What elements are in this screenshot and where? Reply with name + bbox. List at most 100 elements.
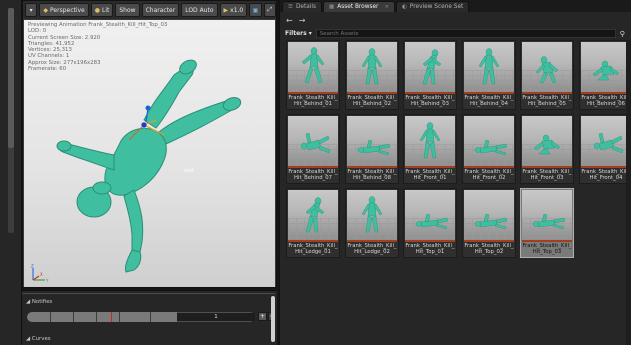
asset-tile[interactable]: Frank_Stealth_Kill_ Hit_Top_01 xyxy=(403,188,457,258)
asset-type-bar xyxy=(347,166,397,168)
asset-thumbnail xyxy=(347,190,397,240)
asset-thumbnail xyxy=(581,42,631,92)
curves-header[interactable]: ◢ Curves xyxy=(26,336,51,342)
character-pose-icon xyxy=(532,213,566,230)
asset-tile[interactable]: Frank_Stealth_Kill_ Hit_Behind_08 xyxy=(345,114,399,184)
asset-tile[interactable]: Frank_Stealth_Kill_ Hit_Behind_04 xyxy=(462,40,516,110)
search-input[interactable] xyxy=(315,29,616,38)
asset-type-bar xyxy=(464,166,514,168)
asset-thumbnail xyxy=(581,116,631,166)
track-tick xyxy=(96,312,97,322)
asset-tile[interactable]: Frank_Stealth_Kill_ Hit_Top_02 xyxy=(462,188,516,258)
asset-tile[interactable]: Frank_Stealth_Kill_ Hit_Front_02 xyxy=(462,114,516,184)
asset-browser-panel: ☰ Details ▦ Asset Browser × ◐ Preview Scene … xyxy=(279,0,631,345)
asset-name: Frank_Stealth_Kill_ Hit_Ledge_02 xyxy=(347,243,397,256)
asset-type-bar xyxy=(405,240,455,242)
asset-tile[interactable]: Frank_Stealth_Kill_ Hit_Front_03 xyxy=(520,114,574,184)
add-frame-button[interactable]: + xyxy=(258,312,267,321)
asset-thumbnail xyxy=(522,42,572,92)
asset-tile[interactable]: Frank_Stealth_Kill_ Hit_Ledge_01 xyxy=(286,188,340,258)
asset-tile[interactable]: Frank_Stealth_Kill_ Hit_Behind_06 xyxy=(579,40,631,110)
asset-tile[interactable]: Frank_Stealth_Kill_ Hit_Behind_07 xyxy=(286,114,340,184)
asset-name: Frank_Stealth_Kill_ Hit_Front_03 xyxy=(522,169,572,182)
asset-tile[interactable]: Frank_Stealth_Kill_ Hit_Front_04 xyxy=(579,114,631,184)
notifies-header[interactable]: ◢ Notifies xyxy=(26,299,52,305)
tab-preview-scene-settings[interactable]: ◐ Preview Scene Set xyxy=(396,1,470,12)
camera-settings-button[interactable]: ▣ xyxy=(249,3,262,17)
character-pose-icon xyxy=(593,132,624,154)
asset-type-bar xyxy=(464,240,514,242)
character-pose-icon xyxy=(592,60,620,81)
character-pose-icon xyxy=(415,213,449,230)
track-tick xyxy=(50,312,51,322)
dropdown-icon: ▾ xyxy=(29,6,33,14)
asset-thumbnail xyxy=(405,116,455,166)
asset-tile[interactable]: Frank_Stealth_Kill_ Hit_Behind_01 xyxy=(286,40,340,110)
lod-button[interactable]: LOD Auto xyxy=(181,3,218,17)
asset-thumbnail xyxy=(347,42,397,92)
speed-button[interactable]: ▶ x1.0 xyxy=(219,3,248,17)
browser-icon: ▦ xyxy=(329,4,335,10)
perspective-icon: ◆ xyxy=(43,6,48,14)
track-tick xyxy=(119,312,120,322)
asset-type-bar xyxy=(288,240,338,242)
left-scrollbar-thumb[interactable] xyxy=(8,8,14,148)
persona-editor-window: ▾ ◆ Perspective ● Lit Show Character LOD A… xyxy=(0,0,631,345)
asset-tile[interactable]: Frank_Stealth_Kill_ Hit_Front_01 xyxy=(403,114,457,184)
character-mesh[interactable] xyxy=(24,20,275,287)
character-pose-icon xyxy=(361,48,383,85)
character-pose-icon xyxy=(357,139,391,156)
perspective-button[interactable]: ◆ Perspective xyxy=(39,3,89,17)
asset-tile[interactable]: Frank_Stealth_Kill_ Hit_Behind_05 xyxy=(520,40,574,110)
camera-icon: ▣ xyxy=(252,6,259,14)
track-tick xyxy=(150,312,151,322)
asset-name: Frank_Stealth_Kill_ Hit_Behind_01 xyxy=(288,95,338,108)
viewport-menu-button[interactable]: ▾ xyxy=(25,3,38,17)
asset-thumbnail xyxy=(288,42,338,92)
asset-type-bar xyxy=(581,92,631,94)
show-button[interactable]: Show xyxy=(115,3,140,17)
filters-button[interactable]: Filters ▾ xyxy=(285,30,312,37)
asset-type-bar xyxy=(288,166,338,168)
asset-tile[interactable]: Frank_Stealth_Kill_ Hit_Top_03 xyxy=(520,188,574,258)
search-icon[interactable]: ⚲ xyxy=(620,30,625,38)
asset-tile[interactable]: Frank_Stealth_Kill_ Hit_Ledge_02 xyxy=(345,188,399,258)
asset-thumbnail xyxy=(347,116,397,166)
close-icon[interactable]: × xyxy=(384,4,389,10)
tab-details[interactable]: ☰ Details xyxy=(282,1,323,12)
asset-type-bar xyxy=(288,92,338,94)
asset-tile[interactable]: Frank_Stealth_Kill_ Hit_Behind_02 xyxy=(345,40,399,110)
back-arrow-icon[interactable]: ← xyxy=(286,16,293,25)
maximize-icon: ⤢ xyxy=(267,6,273,13)
details-icon: ☰ xyxy=(288,4,293,10)
asset-thumbnail xyxy=(288,190,338,240)
asset-grid-scrollbar[interactable] xyxy=(626,40,631,345)
asset-name: Frank_Stealth_Kill_ Hit_Behind_05 xyxy=(522,95,572,108)
asset-type-bar xyxy=(347,92,397,94)
maximize-button[interactable]: ⤢ xyxy=(263,3,276,17)
character-pose-icon xyxy=(305,197,325,233)
character-pose-icon xyxy=(535,56,559,84)
left-scrollbar[interactable] xyxy=(8,8,14,233)
timeline-scrollbar[interactable] xyxy=(271,296,275,342)
character-pose-icon xyxy=(300,132,331,154)
viewport-toolbar: ▾ ◆ Perspective ● Lit Show Character LOD A… xyxy=(23,1,276,19)
playhead[interactable] xyxy=(111,312,112,322)
root-bone-label: root xyxy=(184,168,195,174)
asset-type-bar xyxy=(522,240,572,242)
preview-viewport[interactable]: ▾ ◆ Perspective ● Lit Show Character LOD A… xyxy=(22,0,277,288)
forward-arrow-icon[interactable]: → xyxy=(299,16,306,25)
tab-asset-browser[interactable]: ▦ Asset Browser × xyxy=(323,1,396,12)
axis-x-label: X xyxy=(40,272,43,277)
lit-button[interactable]: ● Lit xyxy=(90,3,114,17)
asset-name: Frank_Stealth_Kill_ Hit_Front_04 xyxy=(581,169,631,182)
character-button[interactable]: Character xyxy=(141,3,180,17)
character-pose-icon xyxy=(361,196,383,233)
asset-name: Frank_Stealth_Kill_ Hit_Ledge_01 xyxy=(288,243,338,256)
asset-type-bar xyxy=(405,166,455,168)
asset-tile[interactable]: Frank_Stealth_Kill_ Hit_Behind_03 xyxy=(403,40,457,110)
viewport-scene[interactable]: Previewing Animation Frank_Stealth_Kill_… xyxy=(24,20,275,287)
axis-z-label: Z xyxy=(31,264,34,269)
asset-type-bar xyxy=(464,92,514,94)
frame-value-field[interactable]: 1 xyxy=(177,313,255,321)
